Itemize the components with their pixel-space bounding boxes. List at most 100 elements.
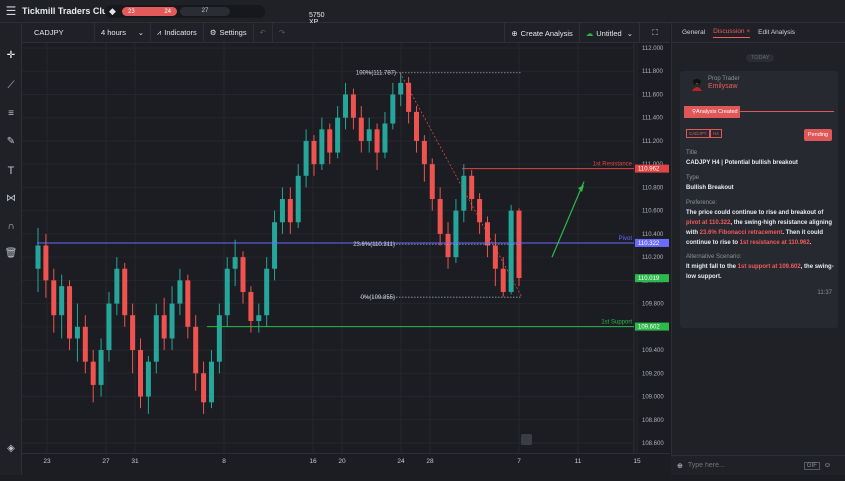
- level-label: Pivot: [619, 236, 633, 242]
- candle-body: [201, 373, 207, 403]
- chart-toolbar: CADJPY 4 hours ⌄ ⩘ Indicators ⚙ Settings ↶ …: [22, 22, 670, 43]
- settings-label: Settings: [219, 28, 247, 37]
- y-tick-label: 110.800: [642, 185, 664, 191]
- fib-level-label: 100%(111.787): [356, 71, 396, 77]
- indicators-icon: ⩘: [157, 27, 162, 37]
- candle-body: [382, 123, 388, 153]
- time-axis: 23 27 31 8 16 20 24 28 7 11 15: [22, 453, 670, 475]
- candle-body: [114, 268, 120, 304]
- candle-body: [240, 257, 246, 292]
- channel-tool-icon[interactable]: ≡: [4, 107, 18, 121]
- layers-icon[interactable]: ◈: [4, 442, 18, 456]
- plus-circle-icon: ⊕: [511, 28, 518, 38]
- candle-body: [224, 268, 230, 316]
- y-tick-label: 111.600: [642, 92, 663, 98]
- message-composer: ⊕ GIF ☺: [671, 455, 845, 475]
- crosshair-icon[interactable]: ✛: [4, 49, 18, 63]
- magnet-icon[interactable]: ∩: [4, 220, 18, 234]
- x-tick-label: 23: [43, 458, 51, 465]
- pattern-tool-icon[interactable]: ⋈: [4, 192, 18, 206]
- message-input[interactable]: [687, 462, 804, 469]
- price-tag-label: 110.322: [638, 241, 660, 247]
- plus-icon[interactable]: ⊕: [677, 462, 683, 470]
- candle-body: [248, 291, 254, 322]
- drawing-toolbar: ✛ ⟋ ≡ ✎ T ⋈ ∩ 🗑 ◈: [0, 23, 22, 475]
- candle-body: [169, 303, 175, 339]
- text-tool-icon[interactable]: T: [4, 164, 18, 178]
- message-time: 11:37: [817, 290, 832, 296]
- y-tick-label: 111.200: [642, 139, 663, 145]
- candle-body: [477, 199, 483, 223]
- level-label: 1st Resistance: [593, 162, 633, 168]
- chart-area[interactable]: 112.000111.800111.600111.400111.200111.0…: [22, 43, 670, 453]
- candle-body: [469, 175, 475, 200]
- candle-body: [145, 361, 151, 397]
- idea-icon: [521, 434, 532, 445]
- indicators-button[interactable]: ⩘ Indicators: [151, 22, 204, 43]
- x-tick-label: 16: [309, 458, 317, 465]
- candle-body: [256, 315, 262, 322]
- candle-body: [43, 245, 49, 281]
- candle-body: [484, 222, 490, 246]
- candle-body: [59, 286, 65, 316]
- x-tick-label: 31: [131, 458, 139, 465]
- pref-text-1: The price could continue to rise and bre…: [686, 210, 824, 216]
- brush-tool-icon[interactable]: ✎: [4, 135, 18, 149]
- user-name[interactable]: Emilysaw: [708, 83, 738, 90]
- price-chart[interactable]: 112.000111.800111.600111.400111.200111.0…: [22, 43, 670, 453]
- tag-timeframe: H4: [710, 129, 722, 138]
- emoji-icon[interactable]: ☺: [824, 462, 831, 469]
- trash-icon[interactable]: 🗑: [4, 247, 18, 261]
- title-value: CADJPY H4 | Potential bullish breakout: [686, 160, 798, 166]
- x-tick-label: 24: [397, 458, 405, 465]
- undo-button[interactable]: ↶: [254, 22, 273, 43]
- settings-button[interactable]: ⚙ Settings: [204, 22, 254, 43]
- candle-body: [398, 82, 404, 95]
- candle-body: [216, 315, 222, 362]
- fullscreen-icon[interactable]: ⛶: [640, 23, 670, 43]
- tab-edit-analysis[interactable]: Edit Analysis: [758, 29, 795, 36]
- avatar[interactable]: [690, 77, 704, 91]
- x-tick-label: 11: [575, 458, 582, 465]
- candle-body: [500, 268, 506, 292]
- app-title: Tickmill Traders Club: [22, 6, 113, 16]
- status-chip-text: Analysis Created: [696, 109, 738, 115]
- close-icon[interactable]: ×: [746, 28, 750, 35]
- line-tool-icon[interactable]: ⟋: [4, 79, 18, 93]
- indicators-label: Indicators: [164, 28, 197, 37]
- y-tick-label: 110.400: [642, 232, 664, 238]
- candle-body: [98, 350, 104, 385]
- menu-icon[interactable]: ☰: [0, 4, 22, 18]
- time-axis-svg: 23 27 31 8 16 20 24 28 7 11 15: [43, 458, 641, 465]
- symbol-selector[interactable]: CADJPY: [22, 22, 95, 43]
- level-current: 23: [128, 8, 135, 15]
- candle-body: [429, 164, 435, 200]
- x-tick-label: 7: [517, 458, 521, 465]
- analysis-card: Prop Trader Emilysaw ⚲Analysis Created C…: [680, 71, 838, 328]
- candle-body: [406, 82, 412, 112]
- y-tick-label: 108.800: [642, 418, 664, 424]
- y-tick-label: 109.800: [642, 302, 664, 308]
- interval-selector[interactable]: 4 hours ⌄: [95, 22, 151, 43]
- x-tick-label: 15: [633, 458, 641, 465]
- chevron-down-icon: ⌄: [626, 28, 633, 38]
- level-next: 24: [164, 8, 171, 15]
- x-tick-label: 28: [426, 458, 434, 465]
- redo-button[interactable]: ↷: [273, 23, 291, 43]
- candle-body: [437, 199, 443, 234]
- candle-body: [153, 315, 159, 362]
- tab-general[interactable]: General: [682, 29, 705, 36]
- layout-selector[interactable]: ☁ Untitled ⌄: [580, 23, 640, 43]
- candle-body: [161, 315, 167, 339]
- create-analysis-button[interactable]: ⊕ Create Analysis: [504, 23, 580, 43]
- badge-level: 27: [180, 7, 230, 16]
- candle-body: [413, 111, 419, 141]
- tab-discussion[interactable]: Discussion ×: [713, 28, 751, 38]
- status-chip-label: ⚲Analysis Created: [684, 106, 740, 118]
- candle-body: [327, 129, 333, 153]
- pref-pivot: pivot at 110.322: [686, 220, 731, 226]
- gif-button[interactable]: GIF: [803, 461, 820, 470]
- preference-text: The price could continue to rise and bre…: [686, 208, 834, 248]
- candle-body: [319, 129, 325, 165]
- y-tick-label: 109.000: [642, 395, 664, 401]
